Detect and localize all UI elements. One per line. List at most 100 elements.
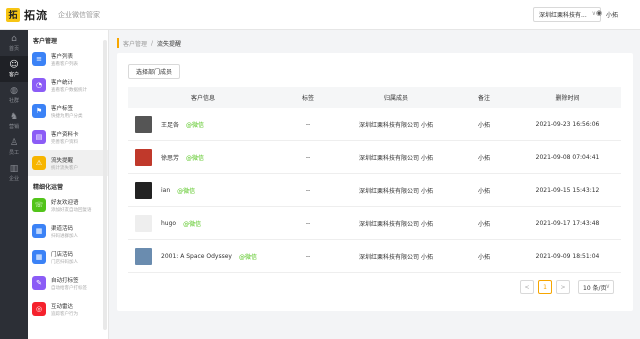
- table-header: 客户信息 标签 归属成员 备注 删除时间: [128, 87, 621, 108]
- rail-item-label: 企业: [8, 176, 19, 182]
- customer-icon: ☺: [9, 60, 19, 70]
- submenu-item-desc: 统计流失客户: [51, 165, 78, 171]
- submenu-item-title: 客户统计: [51, 79, 74, 86]
- delete-time-cell: 2021-09-17 17:43:48: [535, 219, 600, 227]
- table-row: 2001: A Space Odyssey @微信 -- 深圳红栗科技有限公司 …: [128, 240, 621, 273]
- customer-name[interactable]: ian: [161, 187, 170, 194]
- submenu-item-title: 自动打标签: [51, 277, 79, 284]
- prev-page-button[interactable]: <: [520, 280, 534, 294]
- table-row: hugo @微信 -- 深圳红栗科技有限公司 小拓 小拓 2021-09-17 …: [128, 207, 621, 240]
- tag-cell: --: [305, 186, 311, 194]
- rail-item-label: 社群: [8, 98, 19, 104]
- rail-item-label: 客户: [8, 72, 19, 78]
- submenu-item-card[interactable]: ▤ 客户资料卡 完善客户资料: [28, 124, 108, 150]
- customer-info-cell: 王足各 @微信: [128, 115, 278, 133]
- header-note: 备注: [477, 95, 490, 102]
- customer-info-cell: 2001: A Space Odyssey @微信: [128, 247, 278, 265]
- avatar: [135, 115, 152, 133]
- customer-info-cell: 徐思芳 @微信: [128, 148, 278, 166]
- avatar: [135, 214, 152, 232]
- select-department-member-button[interactable]: 选择部门成员: [128, 64, 180, 79]
- submenu-item-title: 流失提醒: [51, 157, 74, 164]
- submenu-item-desc: 自动给客户打标签: [51, 285, 87, 291]
- page-1-button[interactable]: 1: [538, 280, 552, 294]
- submenu-scrollbar[interactable]: [103, 40, 107, 330]
- customer-name[interactable]: hugo: [161, 220, 176, 227]
- section-title-customer-mgmt: 客户管理: [33, 38, 58, 45]
- submenu-item-desc: 扫码进群加人: [51, 233, 78, 239]
- note-cell: 小拓: [477, 253, 490, 261]
- breadcrumb-current: 流失提醒: [157, 40, 182, 48]
- submenu-item-title: 渠道活码: [51, 225, 74, 232]
- header-owner: 归属成员: [383, 95, 408, 102]
- section-title-operations: 精细化运营: [33, 184, 64, 191]
- customer-name[interactable]: 2001: A Space Odyssey: [161, 253, 232, 260]
- wechat-tag: @微信: [186, 121, 205, 129]
- breadcrumb-separator: /: [151, 39, 154, 47]
- wechat-tag: @微信: [186, 154, 205, 162]
- primary-nav: ⌂ 首页 ☺ 客户 ◍ 社群 ♞ 营销 ♙ 员工 ▥ 企业: [0, 30, 28, 339]
- rail-item-1[interactable]: ☺ 客户: [0, 56, 28, 82]
- note-cell: 小拓: [477, 187, 490, 195]
- owner-cell: 深圳红栗科技有限公司 小拓: [359, 220, 433, 228]
- tag-icon: ⚑: [32, 104, 46, 118]
- wechat-tag: @微信: [183, 220, 202, 228]
- customer-name[interactable]: 王足各: [161, 120, 179, 129]
- warning-icon: ⚠: [32, 156, 46, 170]
- table-row: 王足各 @微信 -- 深圳红栗科技有限公司 小拓 小拓 2021-09-23 1…: [128, 108, 621, 141]
- avatar: [135, 247, 152, 265]
- current-user[interactable]: 小拓: [606, 10, 618, 19]
- company-name: 深圳红栗科技有...: [539, 12, 587, 19]
- rail-item-label: 员工: [8, 150, 19, 156]
- submenu-item-warning[interactable]: ⚠ 流失提醒 统计流失客户: [28, 150, 108, 176]
- submenu-item-auto-tag[interactable]: ✎ 自动打标签 自动给客户打标签: [28, 270, 108, 296]
- submenu-item-title: 好友欢迎语: [51, 199, 79, 206]
- rail-item-0[interactable]: ⌂ 首页: [0, 30, 28, 56]
- rail-item-5[interactable]: ▥ 企业: [0, 160, 28, 186]
- delete-time-cell: 2021-09-15 15:43:12: [535, 186, 600, 194]
- delete-time-cell: 2021-09-08 07:04:41: [535, 153, 600, 161]
- table-row: ian @微信 -- 深圳红栗科技有限公司 小拓 小拓 2021-09-15 1…: [128, 174, 621, 207]
- logo-icon: 拓: [6, 7, 20, 22]
- submenu-item-qrcode[interactable]: ▦ 渠道活码 扫码进群加人: [28, 218, 108, 244]
- submenu-item-chart[interactable]: ◔ 客户统计 查看客户数据统计: [28, 72, 108, 98]
- pagination: < 1 >: [520, 280, 570, 294]
- note-cell: 小拓: [477, 220, 490, 228]
- avatar: [135, 181, 152, 199]
- header-customer-info: 客户信息: [190, 95, 215, 102]
- customer-name[interactable]: 徐思芳: [161, 153, 179, 162]
- tag-cell: --: [305, 153, 311, 161]
- user-icon[interactable]: ◉: [596, 9, 602, 17]
- avatar: [135, 148, 152, 166]
- radar-icon: ◎: [32, 302, 46, 316]
- page-size-select[interactable]: 10 条/页 ∨: [578, 280, 614, 294]
- submenu-item-list[interactable]: ≡ 客户列表 查看客户列表: [28, 46, 108, 72]
- submenu-item-desc: 快捷为用户分类: [51, 113, 83, 119]
- company-select[interactable]: 深圳红栗科技有... ∨: [533, 7, 601, 22]
- breadcrumb: 客户管理 / 流失提醒: [117, 36, 633, 50]
- submenu-item-store-qrcode[interactable]: ▦ 门店活码 门店扫码加人: [28, 244, 108, 270]
- breadcrumb-marker: [117, 38, 119, 48]
- submenu-item-radar[interactable]: ◎ 互动雷达 追踪客户行为: [28, 296, 108, 322]
- community-icon: ◍: [10, 86, 18, 96]
- rail-item-3[interactable]: ♞ 营销: [0, 108, 28, 134]
- customer-info-cell: ian @微信: [128, 181, 278, 199]
- tag-cell: --: [305, 252, 311, 260]
- submenu-item-tag[interactable]: ⚑ 客户标签 快捷为用户分类: [28, 98, 108, 124]
- chart-icon: ◔: [32, 78, 46, 92]
- tag-cell: --: [305, 120, 311, 128]
- submenu-item-title: 互动雷达: [51, 303, 74, 310]
- breadcrumb-parent[interactable]: 客户管理: [123, 39, 147, 48]
- rail-item-2[interactable]: ◍ 社群: [0, 82, 28, 108]
- rail-item-label: 首页: [8, 46, 19, 52]
- marketing-icon: ♞: [9, 112, 19, 122]
- header-tag: 标签: [301, 95, 314, 102]
- app-name: 拓流: [24, 8, 48, 22]
- next-page-button[interactable]: >: [556, 280, 570, 294]
- rail-item-4[interactable]: ♙ 员工: [0, 134, 28, 160]
- owner-cell: 深圳红栗科技有限公司 小拓: [359, 187, 433, 195]
- card-icon: ▤: [32, 130, 46, 144]
- submenu-item-desc: 查看客户数据统计: [51, 87, 87, 93]
- submenu-item-chat[interactable]: ☏ 好友欢迎语 添加好友自动回复语: [28, 192, 108, 218]
- content-panel: 选择部门成员 客户信息 标签 归属成员 备注 删除时间 王足各 @微信 -- 深…: [117, 53, 633, 311]
